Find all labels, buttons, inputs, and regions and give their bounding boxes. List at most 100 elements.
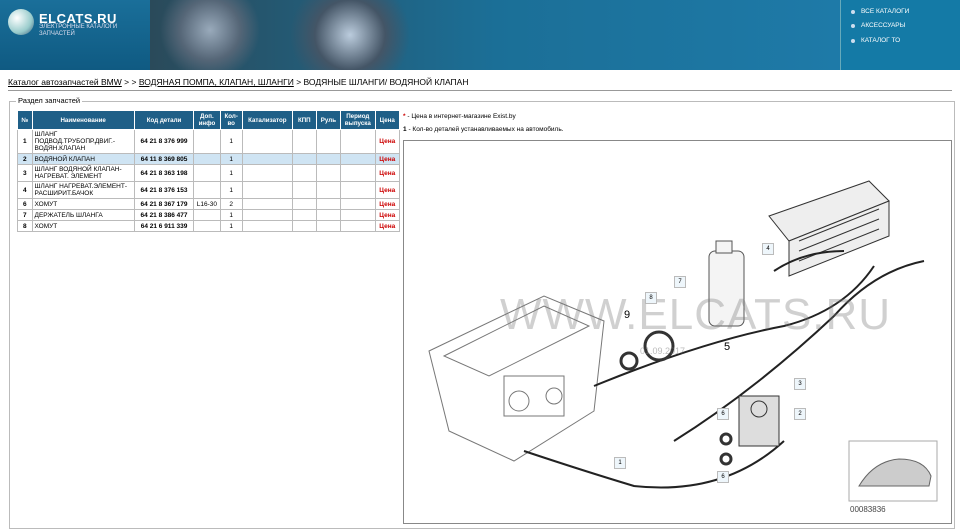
row-info — [193, 153, 221, 165]
engine-banner-image — [150, 0, 840, 70]
row-code: 64 21 8 363 198 — [133, 164, 195, 182]
row-catalyst — [241, 164, 293, 182]
row-code: 64 21 6 911 339 — [133, 220, 195, 232]
row-qty: 1 — [219, 220, 243, 232]
price-link[interactable]: Цена — [374, 198, 400, 210]
row-steering — [315, 209, 342, 221]
col-price: Цена — [374, 110, 400, 130]
row-info — [193, 220, 221, 232]
qty-note-text: - Кол-во деталей устанавливаемых на авто… — [408, 126, 564, 133]
row-steering — [315, 164, 342, 182]
row-period — [340, 153, 376, 165]
price-link[interactable]: Цена — [374, 181, 400, 199]
row-qty: 2 — [219, 198, 243, 210]
bullet-icon — [851, 9, 855, 14]
table-row[interactable]: 4 ШЛАНГ НАГРЕВАТ.ЭЛЕМЕНТ-РАСШИРИТ.БАЧОК … — [17, 181, 400, 199]
logo-icon[interactable] — [8, 9, 34, 35]
callout-9[interactable]: 9 — [622, 310, 632, 321]
water-valve-drawing — [738, 395, 780, 447]
row-gearbox — [291, 181, 317, 199]
breadcrumb-separator: > — [131, 77, 137, 87]
callout-1[interactable]: 1 — [614, 457, 626, 469]
price-link[interactable]: Цена — [374, 129, 400, 154]
watermark-text: WWW.ELCATS.RU — [500, 290, 892, 339]
row-steering — [315, 181, 342, 199]
callout-5[interactable]: 5 — [722, 342, 732, 353]
callout-6b[interactable]: 6 — [717, 471, 729, 483]
row-gearbox — [291, 198, 317, 210]
nav-maintenance-catalog[interactable]: КАТАЛОГ ТО — [851, 37, 900, 44]
table-row[interactable]: 2 ВОДЯНОЙ КЛАПАН 64 11 8 369 805 1 Цена — [17, 153, 400, 165]
col-steering: Руль — [315, 110, 342, 130]
row-info — [193, 129, 221, 154]
callout-6[interactable]: 6 — [717, 408, 729, 420]
row-info — [193, 164, 221, 182]
row-qty: 1 — [219, 209, 243, 221]
table-row[interactable]: 1 ШЛАНГ ПОДВОД.ТРУБОПР.ДВИГ.-ВОДЯН.КЛАПА… — [17, 129, 400, 154]
row-name: ХОМУТ — [31, 220, 135, 232]
table-header-row: № Наименование Код детали Доп. инфо Кол-… — [17, 110, 400, 130]
qty-note: 1 - Кол-во деталей устанавливаемых на ав… — [403, 126, 564, 133]
row-code: 64 21 8 376 153 — [133, 181, 195, 199]
row-gearbox — [291, 209, 317, 221]
callout-8[interactable]: 8 — [645, 292, 657, 304]
section-legend: Раздел запчастей — [16, 96, 83, 105]
row-period — [340, 164, 376, 182]
logo-subtitle: ЭЛЕКТРОННЫЕ КАТАЛОГИ ЗАПЧАСТЕЙ — [39, 24, 118, 37]
callout-7[interactable]: 7 — [674, 276, 686, 288]
callout-3[interactable]: 3 — [794, 378, 806, 390]
row-steering — [315, 153, 342, 165]
col-code: Код детали — [133, 110, 195, 130]
row-steering — [315, 198, 342, 210]
row-number: 7 — [17, 209, 33, 221]
price-link[interactable]: Цена — [374, 153, 400, 165]
row-gearbox — [291, 220, 317, 232]
row-number: 2 — [17, 153, 33, 165]
table-row[interactable]: 3 ШЛАНГ ВОДЯНОЙ КЛАПАН-НАГРЕВАТ. ЭЛЕМЕНТ… — [17, 164, 400, 182]
breadcrumb-current: > ВОДЯНЫЕ ШЛАНГИ/ ВОДЯНОЙ КЛАПАН — [296, 77, 469, 87]
row-info — [193, 209, 221, 221]
col-period: Период выпуска — [340, 110, 376, 130]
row-name: ШЛАНГ ВОДЯНОЙ КЛАПАН-НАГРЕВАТ. ЭЛЕМЕНТ — [31, 164, 135, 182]
breadcrumb-separator: > — [124, 77, 130, 87]
callout-2[interactable]: 2 — [794, 408, 806, 420]
table-row[interactable]: 7 ДЕРЖАТЕЛЬ ШЛАНГА 64 21 8 386 477 1 Цен… — [17, 209, 400, 221]
price-link[interactable]: Цена — [374, 209, 400, 221]
price-link[interactable]: Цена — [374, 220, 400, 232]
row-catalyst — [241, 198, 293, 210]
row-code: 64 11 8 369 805 — [133, 153, 195, 165]
breadcrumb-root[interactable]: Каталог автозапчастей BMW — [8, 77, 122, 87]
row-period — [340, 198, 376, 210]
price-link[interactable]: Цена — [374, 164, 400, 182]
breadcrumb-section[interactable]: ВОДЯНАЯ ПОМПА, КЛАПАН, ШЛАНГИ — [139, 77, 294, 87]
row-period — [340, 220, 376, 232]
watermark-date: 01.09.2017 — [640, 346, 686, 356]
row-steering — [315, 129, 342, 154]
parts-table: № Наименование Код детали Доп. инфо Кол-… — [17, 110, 400, 232]
row-catalyst — [241, 153, 293, 165]
row-qty: 1 — [219, 181, 243, 199]
row-catalyst — [241, 209, 293, 221]
table-row[interactable]: 8 ХОМУТ 64 21 6 911 339 1 Цена — [17, 220, 400, 232]
breadcrumb: Каталог автозапчастей BMW > > ВОДЯНАЯ ПО… — [8, 77, 468, 87]
row-name: ДЕРЖАТЕЛЬ ШЛАНГА — [31, 209, 135, 221]
col-number: № — [17, 110, 33, 130]
table-row[interactable]: 6 ХОМУТ 64 21 8 367 179 L16-30 2 Цена — [17, 198, 400, 210]
car-thumbnail — [848, 440, 938, 502]
nav-accessories[interactable]: АКСЕССУАРЫ — [851, 22, 905, 29]
col-catalyst: Катализатор — [241, 110, 293, 130]
site-header: ELCATS.RU ЭЛЕКТРОННЫЕ КАТАЛОГИ ЗАПЧАСТЕЙ… — [0, 0, 960, 70]
price-note-text: - Цена в интернет-магазине Exist.by — [407, 113, 516, 120]
row-steering — [315, 220, 342, 232]
nav-all-catalogs[interactable]: ВСЕ КАТАЛОГИ — [851, 8, 909, 15]
row-qty: 1 — [219, 153, 243, 165]
row-gearbox — [291, 164, 317, 182]
row-catalyst — [241, 181, 293, 199]
bullet-icon — [851, 38, 855, 43]
price-note: * - Цена в интернет-магазине Exist.by — [403, 113, 516, 120]
row-info — [193, 181, 221, 199]
divider — [8, 90, 952, 91]
col-gearbox: КПП — [291, 110, 317, 130]
col-name: Наименование — [31, 110, 135, 130]
callout-4[interactable]: 4 — [762, 243, 774, 255]
